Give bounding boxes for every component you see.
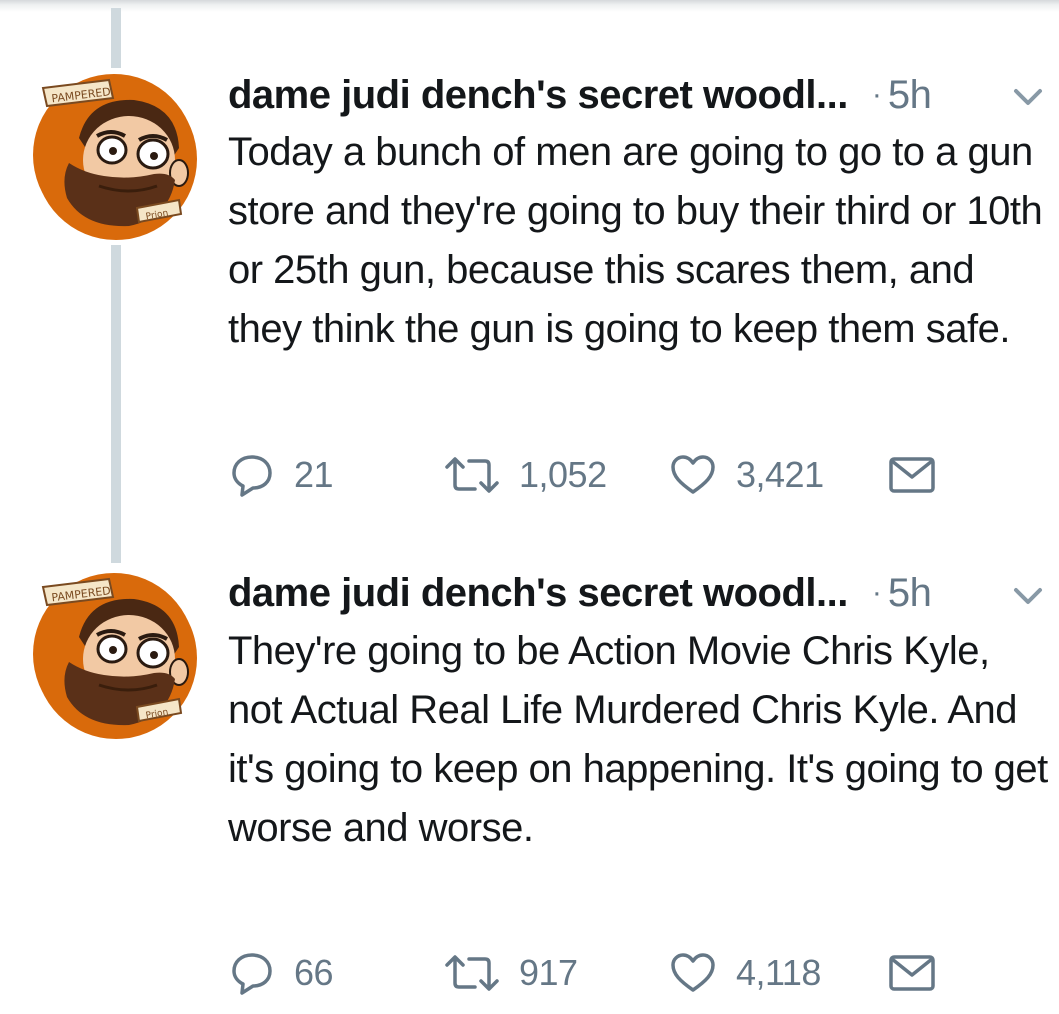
retweet-count: 917: [519, 952, 578, 993]
author-name[interactable]: dame judi dench's secret woodl...: [228, 571, 848, 616]
tweet-text: They're going to be Action Movie Chris K…: [228, 629, 1048, 850]
separator: ·: [871, 576, 882, 609]
avatar[interactable]: PAMPERED Prion: [33, 573, 197, 739]
like-icon: [671, 953, 715, 992]
retweet-icon: [445, 955, 499, 991]
tweet-header: dame judi dench's secret woodl... · 5h: [228, 568, 932, 618]
like-button[interactable]: 4,118: [670, 948, 821, 998]
direct-message-button[interactable]: [888, 948, 936, 998]
tweet-actions: 66 917 4,118: [230, 948, 950, 998]
chevron-down-icon[interactable]: [1010, 584, 1046, 608]
timestamp[interactable]: 5h: [888, 571, 932, 616]
reply-button[interactable]: 66: [230, 948, 334, 998]
direct-message-icon: [889, 955, 935, 991]
reply-icon: [232, 953, 272, 995]
reply-count: 66: [294, 952, 334, 993]
retweet-button[interactable]: 917: [443, 948, 578, 998]
avatar-illustration: PAMPERED Prion: [35, 577, 197, 739]
tweet[interactable]: PAMPERED Prion dame judi dench's secret …: [0, 0, 1059, 1014]
like-count: 4,118: [736, 952, 821, 993]
